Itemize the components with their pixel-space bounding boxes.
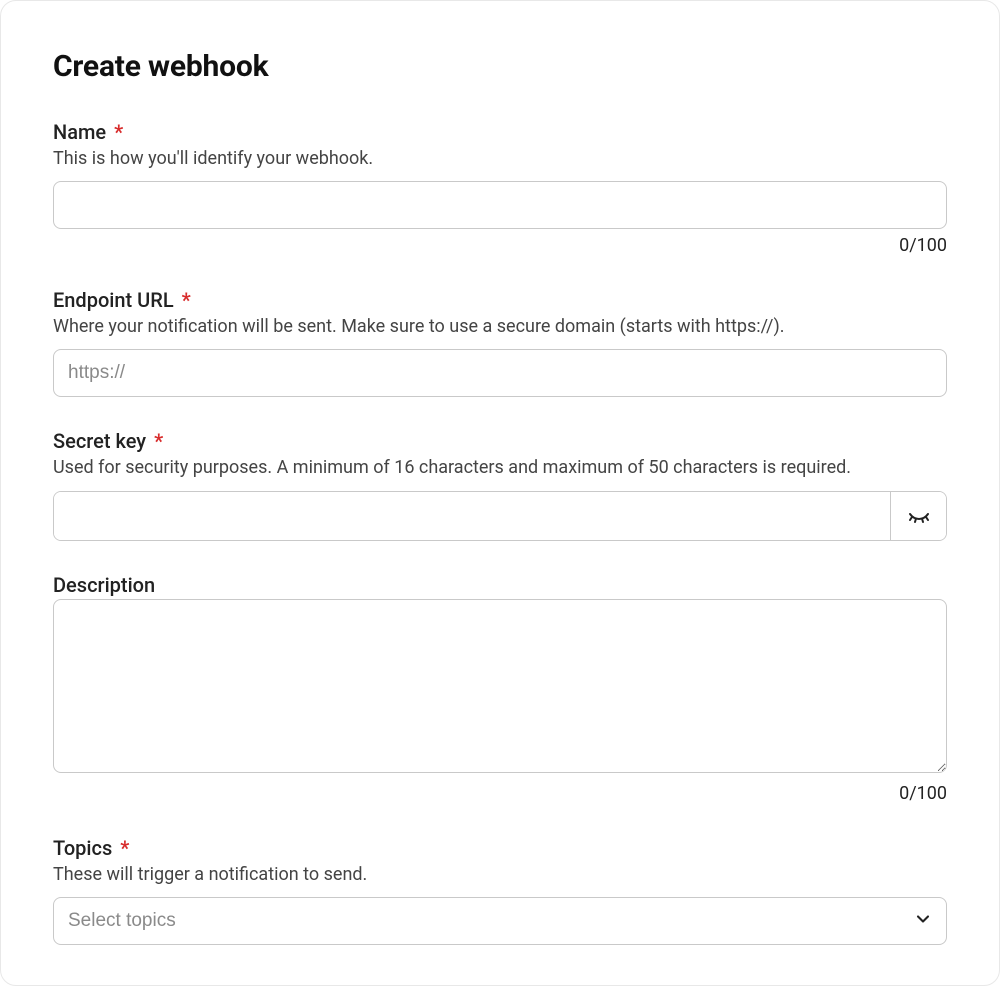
topics-select-placeholder: Select topics <box>68 910 176 932</box>
secret-input[interactable] <box>54 492 890 540</box>
name-input[interactable] <box>53 181 947 229</box>
name-char-counter: 0/100 <box>53 235 947 256</box>
field-description-label: Description <box>53 573 155 597</box>
description-char-counter: 0/100 <box>53 783 947 804</box>
field-description: Description 0/100 <box>53 573 947 804</box>
eye-closed-icon <box>907 504 931 528</box>
required-asterisk-icon: * <box>154 431 163 451</box>
field-secret: Secret key * Used for security purposes.… <box>53 429 947 540</box>
topics-select-wrap: Select topics <box>53 897 947 945</box>
field-description-label-row: Description <box>53 573 947 597</box>
field-secret-help: Used for security purposes. A minimum of… <box>53 455 947 480</box>
field-secret-label: Secret key <box>53 429 146 453</box>
required-asterisk-icon: * <box>120 838 129 858</box>
field-endpoint-label-row: Endpoint URL * <box>53 288 947 312</box>
secret-input-wrap <box>53 491 947 541</box>
endpoint-input[interactable] <box>53 349 947 397</box>
create-webhook-card: Create webhook Name * This is how you'll… <box>0 0 1000 986</box>
field-endpoint-help: Where your notification will be sent. Ma… <box>53 314 947 339</box>
field-topics-label-row: Topics * <box>53 836 947 860</box>
field-name-label: Name <box>53 120 106 144</box>
field-topics-help: These will trigger a notification to sen… <box>53 862 947 887</box>
field-name-label-row: Name * <box>53 120 947 144</box>
field-endpoint-label: Endpoint URL <box>53 288 174 312</box>
field-topics-label: Topics <box>53 836 112 860</box>
field-name-help: This is how you'll identify your webhook… <box>53 146 947 171</box>
topics-select[interactable]: Select topics <box>53 897 947 945</box>
field-name: Name * This is how you'll identify your … <box>53 120 947 256</box>
field-topics: Topics * These will trigger a notificati… <box>53 836 947 945</box>
required-asterisk-icon: * <box>114 122 123 142</box>
toggle-visibility-button[interactable] <box>890 492 946 540</box>
field-endpoint: Endpoint URL * Where your notification w… <box>53 288 947 397</box>
description-textarea[interactable] <box>53 599 947 773</box>
required-asterisk-icon: * <box>182 290 191 310</box>
field-secret-label-row: Secret key * <box>53 429 947 453</box>
page-title: Create webhook <box>53 49 947 84</box>
